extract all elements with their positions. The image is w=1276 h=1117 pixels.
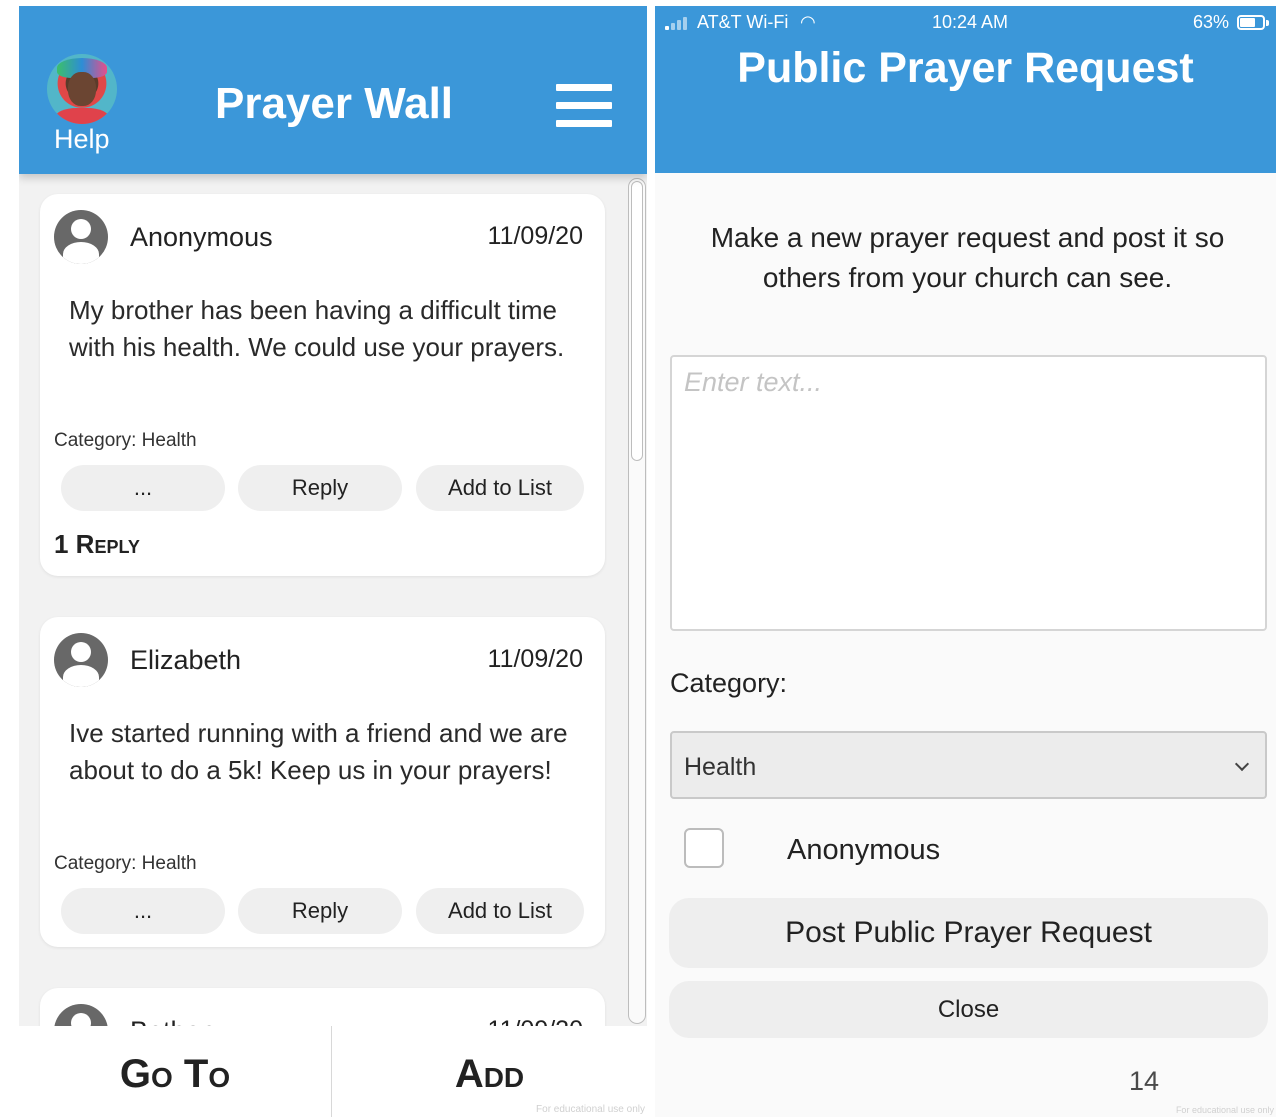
avatar-face	[68, 72, 96, 106]
prayer-card: Anonymous 11/09/20 My brother has been h…	[40, 194, 605, 576]
page-title: Public Prayer Request	[737, 44, 1194, 92]
user-avatar-icon	[54, 633, 108, 687]
chevron-down-icon	[1234, 756, 1250, 772]
intro-text: Make a new prayer request and post it so…	[710, 222, 1225, 293]
post-date: 11/09/20	[487, 222, 583, 250]
request-header: AT&T Wi-Fi ◠ 10:24 AM 63% Public Prayer …	[655, 6, 1276, 173]
more-button[interactable]: ...	[61, 888, 225, 934]
user-avatar-icon	[54, 1004, 108, 1026]
add-to-list-button[interactable]: Add to List	[416, 888, 584, 934]
carrier-label: AT&T Wi-Fi	[697, 12, 789, 32]
clock: 10:24 AM	[931, 12, 1009, 32]
goto-button[interactable]: Go To	[19, 1052, 331, 1097]
scrollbar-thumb[interactable]	[631, 181, 643, 461]
page-number: 14	[1129, 1066, 1160, 1096]
bottom-nav: Go To Add For educational use only	[19, 1026, 647, 1117]
prayer-wall-screen: Help Prayer Wall Anonymous 11/09/20 My b…	[19, 6, 647, 1117]
user-avatar-icon	[54, 210, 108, 264]
more-button[interactable]: ...	[61, 465, 225, 511]
prayer-card: Elizabeth 11/09/20 Ive started running w…	[40, 617, 605, 947]
prayer-card: Bethany 11/09/20	[40, 988, 605, 1026]
author-name: Elizabeth	[130, 645, 242, 675]
anonymous-checkbox[interactable]	[684, 828, 724, 868]
scrollbar[interactable]	[628, 178, 646, 1024]
signal-icon	[665, 16, 691, 30]
avatar-shirt	[55, 108, 109, 124]
reply-button[interactable]: Reply	[238, 888, 402, 934]
reply-button[interactable]: Reply	[238, 465, 402, 511]
status-bar: AT&T Wi-Fi ◠ 10:24 AM 63%	[655, 11, 1276, 33]
watermark: For educational use only	[536, 1104, 645, 1115]
battery-icon	[1237, 15, 1269, 30]
request-textarea[interactable]	[670, 355, 1267, 631]
battery-percent: 63%	[1193, 12, 1230, 32]
help-avatar[interactable]	[47, 54, 117, 124]
post-date: 11/09/20	[487, 645, 583, 673]
author-name: Anonymous	[130, 222, 273, 252]
post-date: 11/09/20	[488, 1016, 583, 1026]
add-button[interactable]: Add	[332, 1052, 647, 1097]
anonymous-label: Anonymous	[787, 834, 941, 866]
wifi-icon: ◠	[800, 12, 816, 32]
public-request-screen: AT&T Wi-Fi ◠ 10:24 AM 63% Public Prayer …	[655, 6, 1276, 1117]
hamburger-menu-icon[interactable]	[556, 84, 612, 128]
close-button[interactable]: Close	[669, 981, 1268, 1038]
watermark: For educational use only	[1175, 1105, 1274, 1115]
post-category: Category: Health	[54, 853, 197, 874]
page-title: Prayer Wall	[214, 79, 454, 128]
prayer-feed[interactable]: Anonymous 11/09/20 My brother has been h…	[19, 174, 647, 1026]
post-message: Ive started running with a friend and we…	[69, 718, 568, 785]
author-name: Bethany	[130, 1016, 229, 1026]
category-label: Category:	[670, 668, 788, 698]
prayer-wall-header: Help Prayer Wall	[19, 6, 647, 174]
add-to-list-button[interactable]: Add to List	[416, 465, 584, 511]
post-request-button[interactable]: Post Public Prayer Request	[669, 898, 1268, 968]
category-value: Health	[684, 753, 757, 781]
post-message: My brother has been having a difficult t…	[69, 295, 565, 362]
help-label[interactable]: Help	[54, 124, 110, 155]
category-select[interactable]: Health	[670, 731, 1267, 799]
post-category: Category: Health	[54, 430, 197, 451]
replies-link[interactable]: 1 Reply	[54, 529, 140, 560]
